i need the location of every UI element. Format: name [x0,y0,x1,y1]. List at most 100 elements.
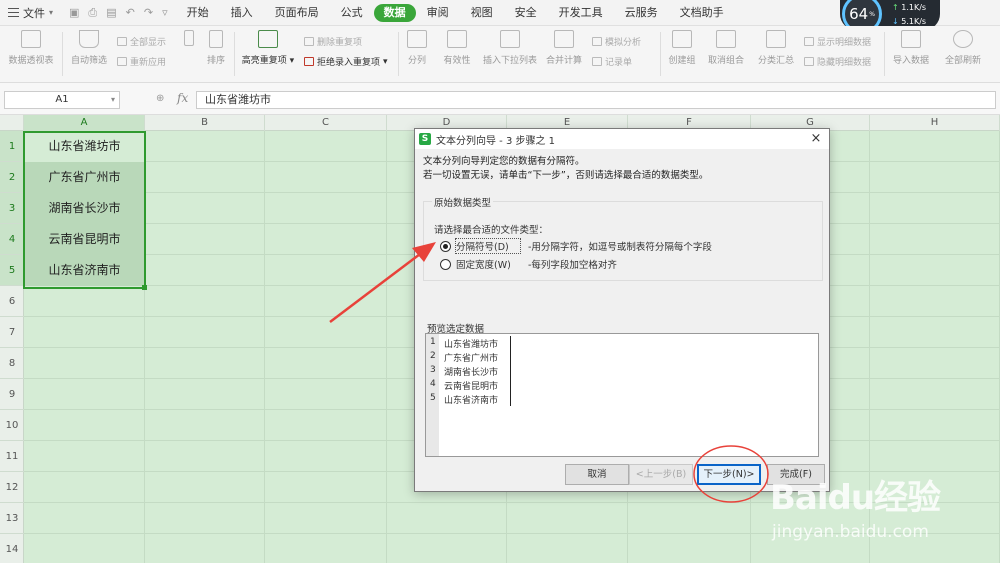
select-all-corner[interactable] [0,115,24,131]
sort-button[interactable]: 排序 [203,30,229,66]
preview-line-text: 山东省潍坊市 [444,340,499,350]
customize-icon[interactable]: ▿ [162,6,168,20]
highlight-duplicates-button[interactable]: 高亮重复项 ▾ [240,30,296,66]
row-header-12[interactable]: 12 [0,472,24,503]
fixed-width-option[interactable]: 固定宽度(W) -每列字段加空格对齐 [440,257,617,271]
upload-arrow-icon: ↑ [892,3,902,12]
what-if-button[interactable]: 模拟分析 [592,35,641,48]
import-data-icon [901,30,921,48]
chevron-down-icon: ▾ [49,8,54,17]
row-header-4[interactable]: 4 [0,224,24,255]
row-header-9[interactable]: 9 [0,379,24,410]
wps-logo-icon: S [419,133,431,145]
import-data-button[interactable]: 导入数据 [890,30,932,66]
tab-6[interactable]: 审阅 [416,4,460,22]
column-header-a[interactable]: A [24,115,145,131]
row-header-10[interactable]: 10 [0,410,24,441]
consolidate-button[interactable]: 合并计算 [544,30,584,66]
tab-3[interactable]: 页面布局 [264,4,330,22]
row-header-14[interactable]: 14 [0,534,24,563]
row-header-8[interactable]: 8 [0,348,24,379]
preview-line-number: 4 [430,379,436,389]
insert-dropdown-button[interactable]: 插入下拉列表 [480,30,540,66]
divider [398,32,399,76]
record-form-icon [592,57,602,66]
upload-rate: 1.1K/s [901,3,927,12]
refresh-all-button[interactable]: 全部刷新 [940,30,986,66]
tab-4[interactable]: 公式 [330,4,374,22]
reject-duplicates-button[interactable]: 拒绝录入重复项 ▾ [304,55,388,68]
close-button[interactable]: × [809,131,823,146]
next-button[interactable]: 下一步(N)> [697,464,761,485]
file-menu-label: 文件 [23,6,45,20]
description-line-2: 若一切设置无误，请单击“下一步”，否则请选择最合适的数据类型。 [423,170,709,181]
baidu-watermark: Baidu经验 jingyan.baidu.com [770,460,995,560]
delete-duplicates-button[interactable]: 删除重复项 [304,35,362,48]
pivot-table-button[interactable]: 数据透视表 [6,30,56,66]
hide-detail-icon [804,57,814,66]
row-header-5[interactable]: 5 [0,255,24,286]
save-icon[interactable]: ▣ [69,6,79,20]
delete-duplicates-label: 删除重复项 [317,38,363,48]
tab-7[interactable]: 视图 [460,4,504,22]
tab-1[interactable]: 开始 [176,4,220,22]
reject-duplicates-icon [304,57,314,66]
cpu-percent-unit: % [869,10,875,18]
redo-icon[interactable]: ↷ [144,6,153,20]
tab-8[interactable]: 安全 [504,4,548,22]
cancel-button[interactable]: 取消 [565,464,629,485]
row-header-1[interactable]: 1 [0,131,24,162]
record-form-button[interactable]: 记录单 [592,55,632,68]
show-detail-button[interactable]: 显示明细数据 [804,35,871,48]
pivot-table-icon [21,30,41,48]
watermark-url: jingyan.baidu.com [772,522,929,542]
show-all-button[interactable]: 全部显示 [117,35,166,48]
autofilter-button[interactable]: 自动筛选 [68,30,110,66]
delimited-radio[interactable] [440,240,451,252]
create-group-button[interactable]: 创建组 [666,30,698,66]
show-all-icon [117,37,127,46]
split-column-button[interactable]: 分列 [405,30,429,66]
sort-asc-button[interactable] [182,30,196,51]
fixed-width-radio[interactable] [440,258,451,270]
print-preview-icon[interactable]: ▤ [106,6,116,20]
show-all-label: 全部显示 [130,38,167,48]
back-button[interactable]: <上一步(B) [629,464,693,485]
row-header-2[interactable]: 2 [0,162,24,193]
reapply-button[interactable]: 重新应用 [117,55,166,68]
tab-9[interactable]: 开发工具 [548,4,614,22]
row-header-13[interactable]: 13 [0,503,24,534]
tab-2[interactable]: 插入 [220,4,264,22]
formula-input[interactable]: 山东省潍坊市 [196,91,996,109]
undo-icon[interactable]: ↶ [126,6,135,20]
row-header-11[interactable]: 11 [0,441,24,472]
autofilter-label: 自动筛选 [70,56,107,66]
subtotal-button[interactable]: 分类汇总 [756,30,796,66]
tab-11[interactable]: 文档助手 [669,4,735,22]
split-column-label: 分列 [407,56,426,66]
delimited-option[interactable]: 分隔符号(D) -用分隔字符，如逗号或制表符分隔每个字段 [440,238,712,254]
ungroup-button[interactable]: 取消组合 [704,30,748,66]
column-header-b[interactable]: B [145,115,265,131]
print-icon[interactable]: ⎙ [88,6,97,20]
column-header-h[interactable]: H [870,115,1000,131]
tab-5[interactable]: 数据 [373,3,416,22]
subtotal-label: 分类汇总 [757,56,794,66]
hide-detail-button[interactable]: 隐藏明细数据 [804,55,871,68]
file-menu[interactable]: 文件 ▾ [0,0,61,26]
column-header-c[interactable]: C [265,115,387,131]
fill-handle[interactable] [142,285,147,290]
preview-box[interactable]: 1 山东省潍坊市 2 广东省广州市 3 湖南省长沙市 4 云南省昆明市 5 山东省济南市 [425,333,819,457]
zoom-icon[interactable]: ⊕ [156,93,164,104]
tab-10[interactable]: 云服务 [614,4,669,22]
name-box[interactable]: A1 ▾ [4,91,120,109]
download-arrow-icon: ↓ [892,17,902,26]
row-header-6[interactable]: 6 [0,286,24,317]
validity-button[interactable]: 有效性 [438,30,476,66]
fx-icon[interactable]: fx [177,91,188,105]
subtotal-icon [766,30,786,48]
what-if-icon [592,37,602,46]
sort-asc-icon [184,30,194,46]
row-header-7[interactable]: 7 [0,317,24,348]
row-header-3[interactable]: 3 [0,193,24,224]
